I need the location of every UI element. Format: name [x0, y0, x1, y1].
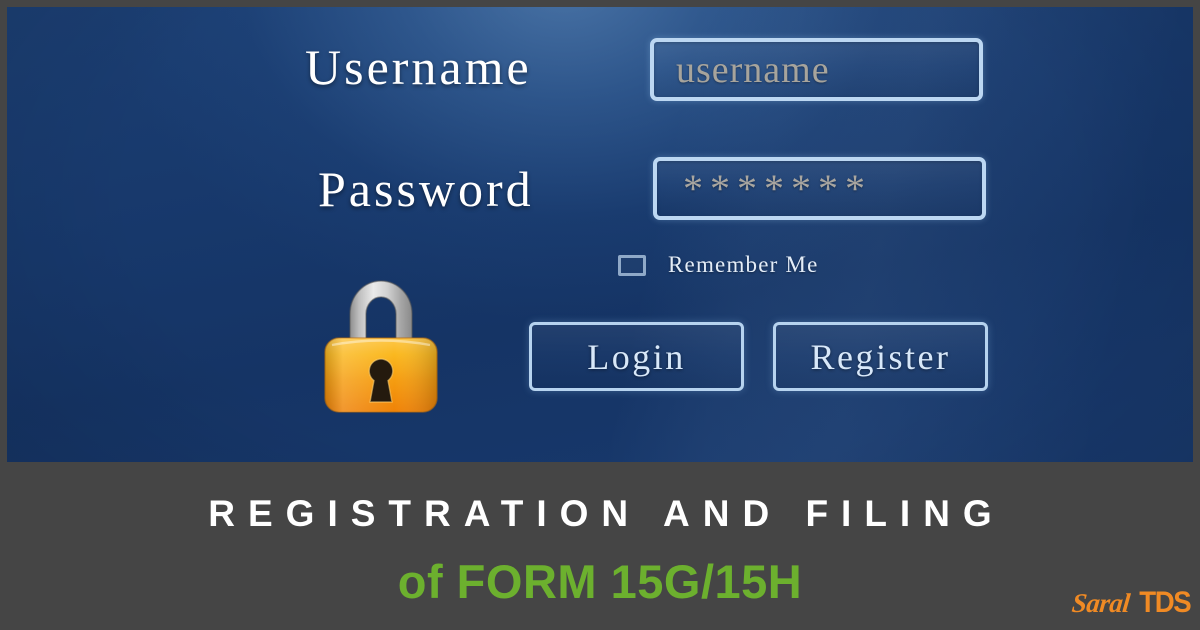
hero-vignette-overlay: [7, 7, 1193, 462]
login-hero-panel: [7, 7, 1193, 462]
register-button[interactable]: Register: [773, 322, 988, 391]
password-label: Password: [318, 161, 534, 217]
username-input[interactable]: username: [650, 38, 983, 101]
remember-me-label: Remember Me: [668, 252, 819, 277]
hero-sheen-overlay: [7, 7, 1193, 462]
username-label: Username: [305, 39, 532, 95]
caption-band: REGISTRATION AND FILING of FORM 15G/15H …: [0, 462, 1200, 630]
login-button[interactable]: Login: [529, 322, 744, 391]
poster-canvas: Username username Password ******* Remem…: [0, 0, 1200, 630]
password-input-value: *******: [683, 165, 872, 211]
brand-name-script: Saral: [1070, 588, 1132, 618]
remember-me-row[interactable]: Remember Me: [618, 252, 819, 278]
password-input[interactable]: *******: [653, 157, 986, 220]
brand-name-mark: TDS: [1138, 586, 1191, 619]
headline-primary: REGISTRATION AND FILING: [208, 493, 1005, 534]
remember-me-checkbox[interactable]: [618, 254, 646, 276]
headline-secondary: of FORM 15G/15H: [397, 555, 803, 608]
username-input-value: username: [676, 48, 830, 91]
brand-logo: Saral TDS: [1070, 586, 1192, 620]
padlock-icon: [316, 262, 446, 414]
